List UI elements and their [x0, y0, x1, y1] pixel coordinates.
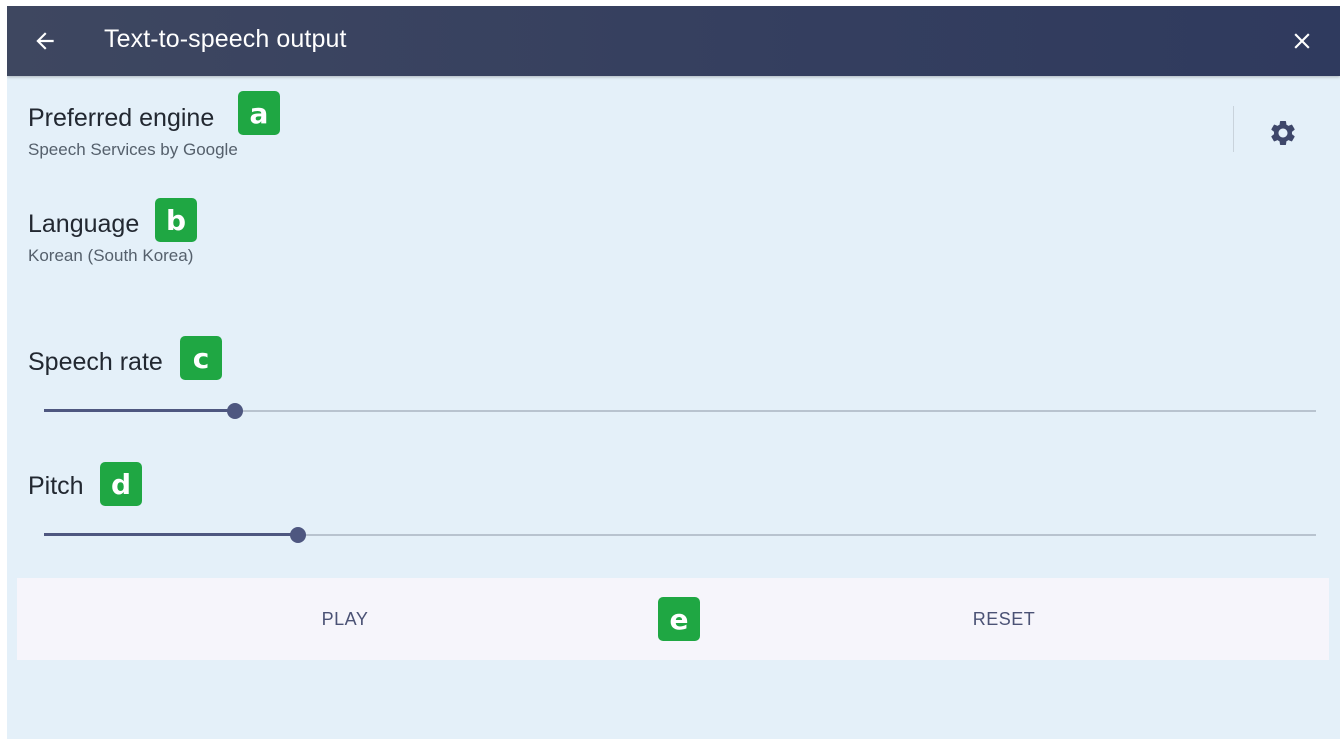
annotation-badge-d: d	[100, 462, 142, 506]
annotation-badge-a: a	[238, 91, 280, 135]
speech-rate-label: Speech rate	[28, 348, 163, 376]
pitch-slider[interactable]	[44, 523, 1316, 547]
annotation-badge-b: b	[155, 198, 197, 242]
engine-settings-button[interactable]	[1262, 112, 1304, 154]
close-button[interactable]	[1282, 21, 1322, 61]
play-button[interactable]: PLAY	[245, 578, 445, 660]
annotation-badge-e: e	[658, 597, 700, 641]
speech-rate-slider[interactable]	[44, 399, 1316, 423]
pitch-label: Pitch	[28, 472, 84, 500]
tts-settings-screen: Text-to-speech output Preferred engine a…	[7, 6, 1340, 739]
gear-icon	[1271, 121, 1295, 145]
reset-button[interactable]: RESET	[904, 578, 1104, 660]
page-title: Text-to-speech output	[104, 25, 347, 53]
action-bar: PLAY e RESET	[17, 578, 1329, 660]
annotation-badge-c: c	[180, 336, 222, 380]
close-icon	[1294, 33, 1310, 49]
preferred-engine-value: Speech Services by Google	[28, 140, 238, 159]
slider-fill	[44, 533, 299, 536]
language-label: Language	[28, 210, 140, 238]
divider	[1233, 106, 1234, 152]
slider-thumb[interactable]	[290, 527, 307, 543]
arrow-left-icon	[36, 32, 54, 50]
slider-thumb[interactable]	[226, 403, 243, 419]
preferred-engine-label: Preferred engine	[28, 104, 215, 132]
slider-fill	[44, 409, 235, 412]
back-button[interactable]	[25, 21, 65, 61]
app-bar: Text-to-speech output	[7, 6, 1340, 76]
language-value: Korean (South Korea)	[28, 246, 194, 265]
